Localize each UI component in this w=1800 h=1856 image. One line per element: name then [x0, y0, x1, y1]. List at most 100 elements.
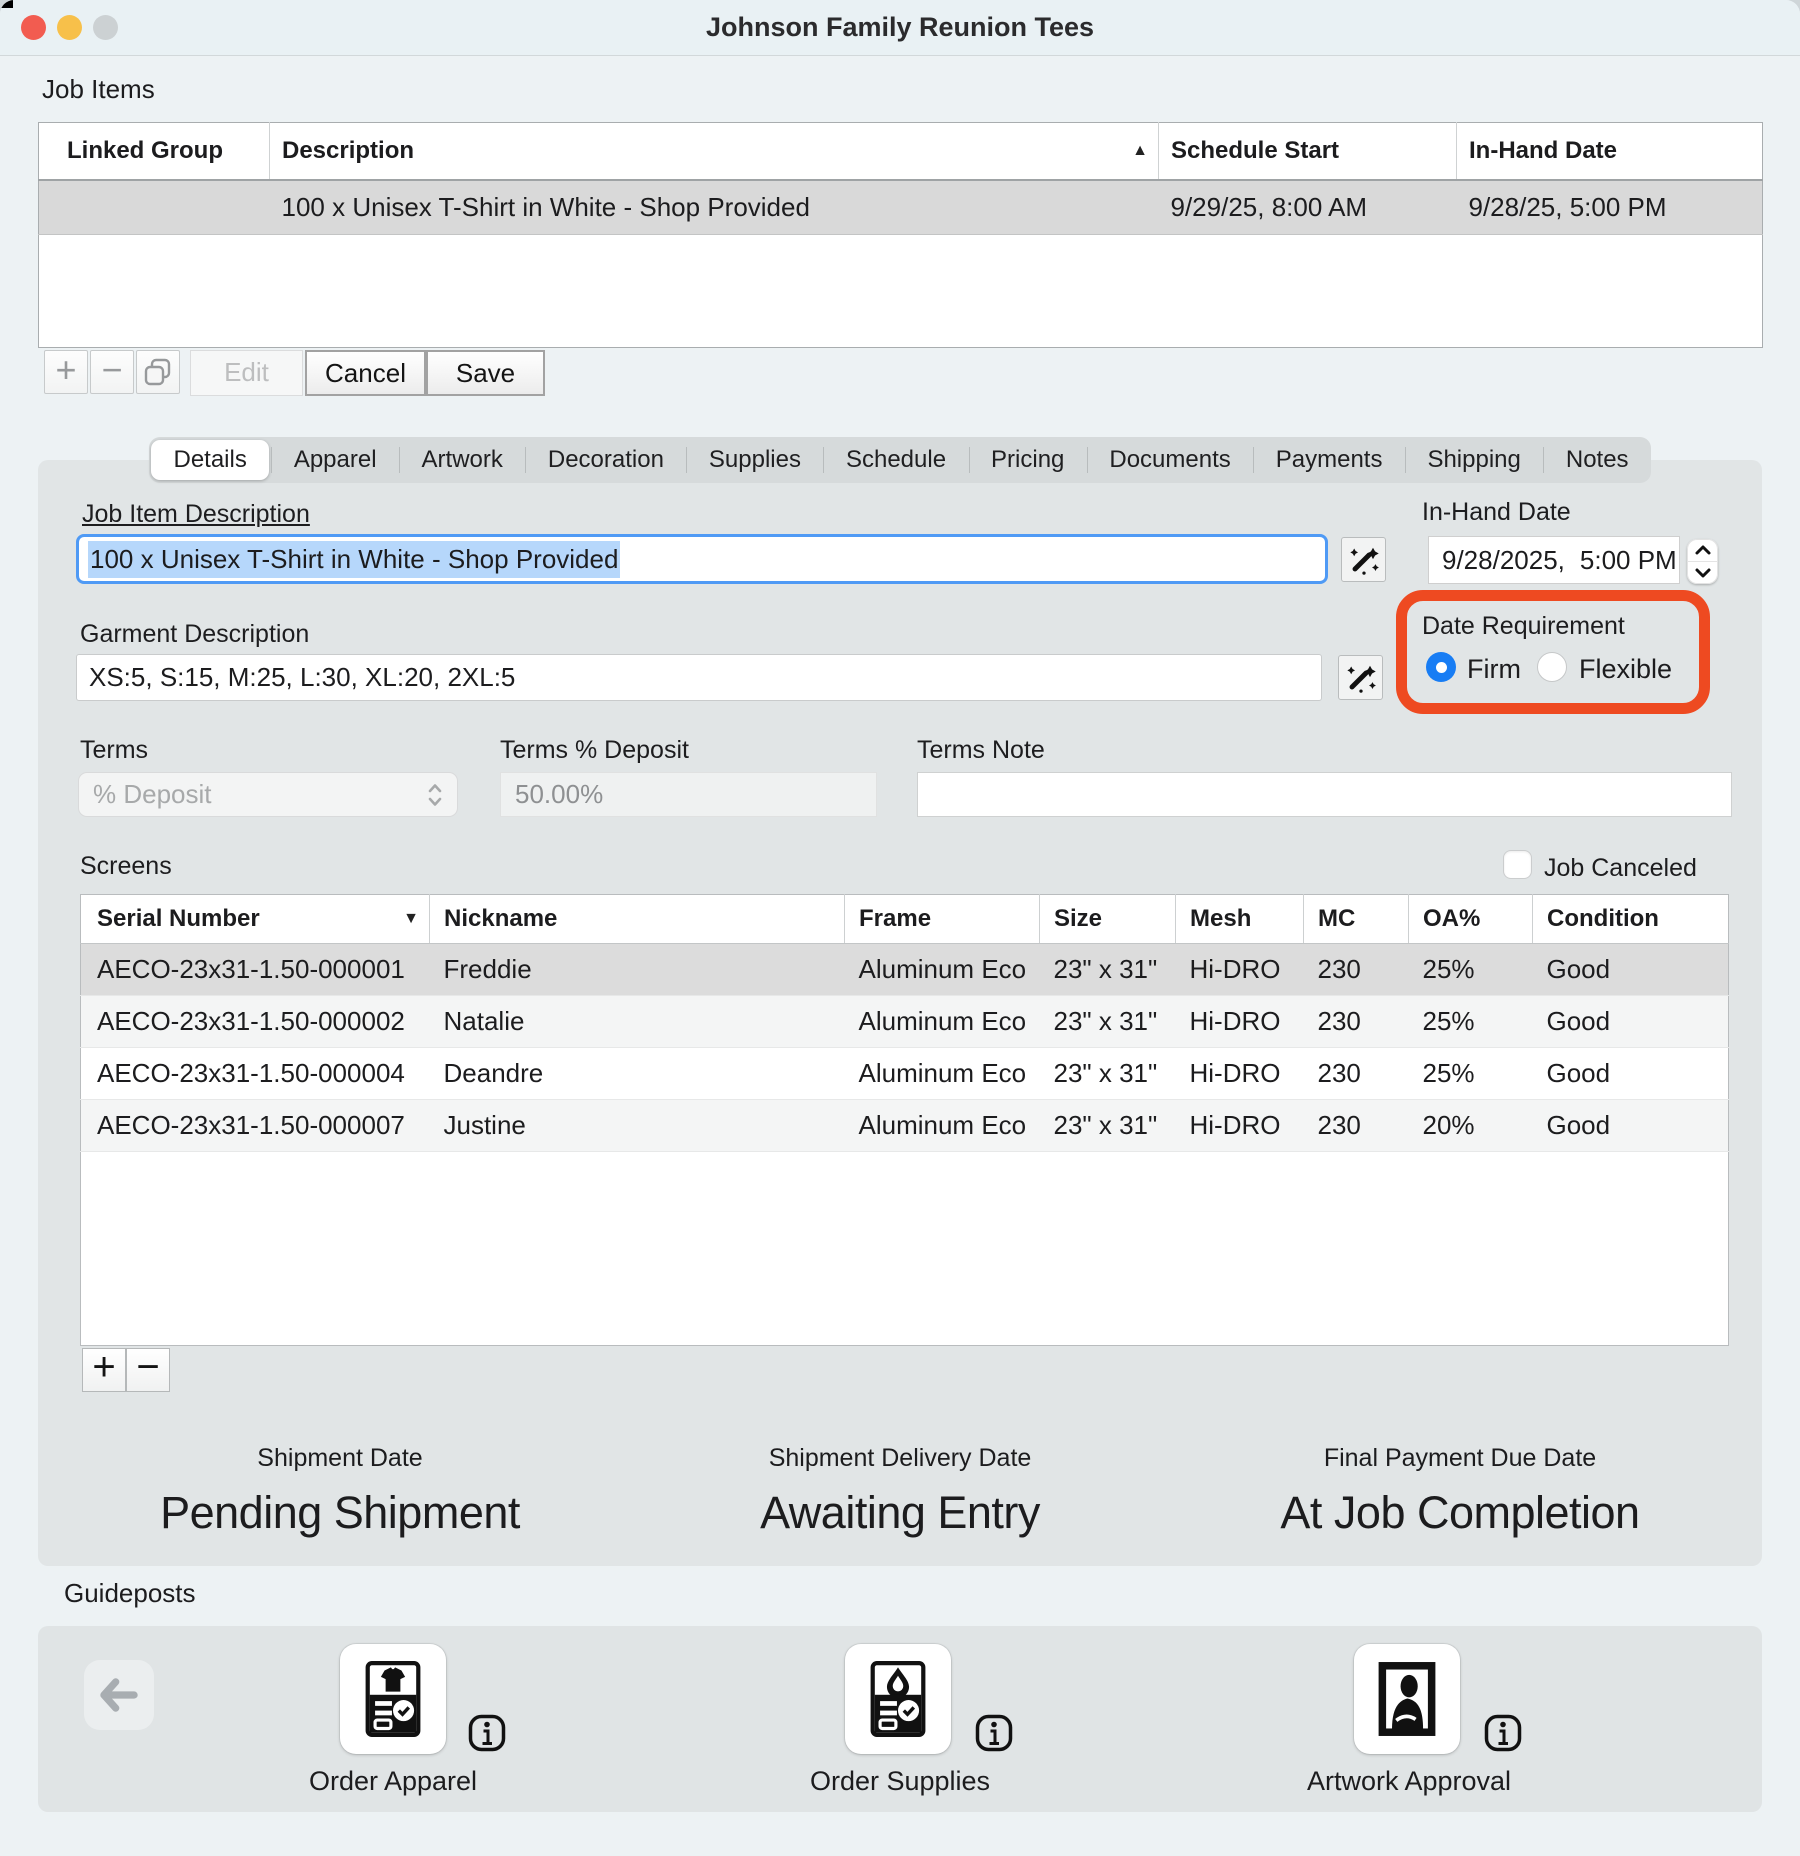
artwork-approval-icon — [1377, 1660, 1437, 1738]
tab-shipping[interactable]: Shipping — [1405, 437, 1543, 483]
screens-header-row: Serial Number ▼ Nickname Frame Size Mesh… — [81, 895, 1729, 944]
job-items-table[interactable]: Linked Group Description ▲ Schedule Star… — [38, 122, 1763, 348]
autofill-description-button[interactable] — [1341, 537, 1386, 582]
order-supplies-label: Order Supplies — [810, 1766, 990, 1797]
artwork-approval-label: Artwork Approval — [1307, 1766, 1511, 1797]
job-canceled-checkbox[interactable] — [1503, 850, 1532, 879]
tab-artwork[interactable]: Artwork — [399, 437, 525, 483]
column-header-frame[interactable]: Frame — [845, 895, 1040, 944]
screen-row[interactable]: AECO-23x31-1.50-000007Justine Aluminum E… — [81, 1100, 1729, 1152]
job-item-description-input[interactable]: 100 x Unisex T-Shirt in White - Shop Pro… — [76, 534, 1328, 584]
column-header-linked-group[interactable]: Linked Group — [39, 123, 270, 180]
guideposts-back-button[interactable] — [84, 1660, 154, 1730]
remove-screen-button[interactable]: − — [126, 1348, 170, 1392]
sort-descending-icon: ▼ — [403, 910, 419, 928]
sort-ascending-icon: ▲ — [1132, 142, 1148, 160]
duplicate-job-item-button[interactable] — [136, 350, 180, 394]
order-apparel-label: Order Apparel — [309, 1766, 477, 1797]
date-part: 9/28/2025, — [1442, 545, 1565, 576]
tab-details[interactable]: Details — [151, 440, 269, 480]
status-value: At Job Completion — [1280, 1487, 1639, 1539]
add-job-item-button[interactable]: + — [44, 350, 88, 394]
info-icon — [975, 1714, 1013, 1752]
date-requirement-label: Date Requirement — [1422, 612, 1625, 641]
order-supplies-icon — [866, 1660, 930, 1738]
info-icon — [468, 1714, 506, 1752]
order-apparel-icon — [361, 1660, 425, 1738]
terms-deposit-field[interactable]: 50.00% — [500, 772, 877, 817]
radio-firm-label: Firm — [1467, 654, 1521, 685]
column-header-serial-number[interactable]: Serial Number ▼ — [81, 895, 430, 944]
plus-icon: + — [55, 349, 76, 390]
stepper-down-icon[interactable] — [1687, 562, 1718, 584]
artwork-approval-button[interactable] — [1354, 1644, 1460, 1754]
cell-description: 100 x Unisex T-Shirt in White - Shop Pro… — [270, 180, 1159, 235]
radio-firm[interactable] — [1426, 652, 1456, 682]
window-title: Johnson Family Reunion Tees — [0, 0, 1800, 55]
screens-empty-area — [81, 1152, 1729, 1346]
select-chevrons-icon — [427, 782, 443, 808]
back-arrow-icon — [96, 1674, 142, 1716]
tab-supplies[interactable]: Supplies — [686, 437, 823, 483]
column-header-in-hand-date[interactable]: In-Hand Date — [1457, 123, 1763, 180]
selected-text: 100 x Unisex T-Shirt in White - Shop Pro… — [88, 541, 620, 578]
guideposts-section-label: Guideposts — [64, 1578, 196, 1609]
screen-row[interactable]: AECO-23x31-1.50-000001Freddie Aluminum E… — [81, 944, 1729, 996]
status-label: Shipment Delivery Date — [760, 1444, 1040, 1473]
magic-wand-icon — [1346, 542, 1382, 578]
tab-payments[interactable]: Payments — [1253, 437, 1405, 483]
minus-icon: − — [101, 349, 122, 390]
job-items-header-row: Linked Group Description ▲ Schedule Star… — [39, 123, 1763, 180]
status-value: Awaiting Entry — [760, 1487, 1040, 1539]
status-label: Shipment Date — [160, 1444, 520, 1473]
remove-job-item-button[interactable]: − — [90, 350, 134, 394]
terms-label: Terms — [80, 736, 148, 765]
column-header-condition[interactable]: Condition — [1533, 895, 1729, 944]
plus-icon: + — [92, 1345, 115, 1389]
tab-bar: Details Apparel Artwork Decoration Suppl… — [149, 437, 1651, 483]
screen-row[interactable]: AECO-23x31-1.50-000004Deandre Aluminum E… — [81, 1048, 1729, 1100]
screenshot-corner-artifact — [0, 0, 13, 8]
terms-select[interactable]: % Deposit — [78, 772, 458, 817]
column-header-description[interactable]: Description ▲ — [270, 123, 1159, 180]
terms-note-input[interactable] — [917, 772, 1732, 817]
order-supplies-info-button[interactable] — [975, 1714, 1013, 1752]
tab-decoration[interactable]: Decoration — [525, 437, 686, 483]
time-part: 5:00 PM — [1580, 545, 1677, 576]
cancel-button[interactable]: Cancel — [305, 350, 426, 396]
garment-description-label: Garment Description — [80, 620, 309, 649]
edit-button[interactable]: Edit — [190, 350, 303, 396]
artwork-approval-info-button[interactable] — [1484, 1714, 1522, 1752]
cell-in-hand-date: 9/28/25, 5:00 PM — [1457, 180, 1763, 235]
minus-icon: − — [136, 1345, 159, 1389]
radio-flexible[interactable] — [1537, 652, 1567, 682]
column-header-oa[interactable]: OA% — [1409, 895, 1533, 944]
save-button[interactable]: Save — [426, 350, 545, 396]
add-screen-button[interactable]: + — [82, 1348, 126, 1392]
autofill-garment-button[interactable] — [1338, 655, 1383, 700]
order-supplies-button[interactable] — [845, 1644, 951, 1754]
order-apparel-info-button[interactable] — [468, 1714, 506, 1752]
column-header-mesh[interactable]: Mesh — [1176, 895, 1304, 944]
column-header-nickname[interactable]: Nickname — [430, 895, 845, 944]
screen-row[interactable]: AECO-23x31-1.50-000002Natalie Aluminum E… — [81, 996, 1729, 1048]
order-apparel-button[interactable] — [340, 1644, 446, 1754]
tab-documents[interactable]: Documents — [1087, 437, 1253, 483]
final-payment-due-status: Final Payment Due Date At Job Completion — [1280, 1444, 1639, 1539]
duplicate-icon — [141, 356, 175, 390]
terms-deposit-label: Terms % Deposit — [500, 736, 689, 765]
column-header-size[interactable]: Size — [1040, 895, 1176, 944]
tab-notes[interactable]: Notes — [1543, 437, 1651, 483]
job-item-row-selected[interactable]: 100 x Unisex T-Shirt in White - Shop Pro… — [39, 180, 1763, 235]
tab-apparel[interactable]: Apparel — [271, 437, 399, 483]
in-hand-date-input[interactable]: 9/28/2025, 5:00 PM — [1428, 536, 1680, 584]
stepper-up-icon[interactable] — [1687, 539, 1718, 562]
tab-pricing[interactable]: Pricing — [969, 437, 1087, 483]
job-canceled-label: Job Canceled — [1544, 854, 1697, 883]
column-header-schedule-start[interactable]: Schedule Start — [1159, 123, 1457, 180]
date-stepper[interactable] — [1687, 539, 1718, 584]
column-header-mc[interactable]: MC — [1304, 895, 1409, 944]
garment-description-input[interactable]: XS:5, S:15, M:25, L:30, XL:20, 2XL:5 — [76, 654, 1322, 701]
screens-table[interactable]: Serial Number ▼ Nickname Frame Size Mesh… — [80, 894, 1729, 1346]
tab-schedule[interactable]: Schedule — [823, 437, 968, 483]
